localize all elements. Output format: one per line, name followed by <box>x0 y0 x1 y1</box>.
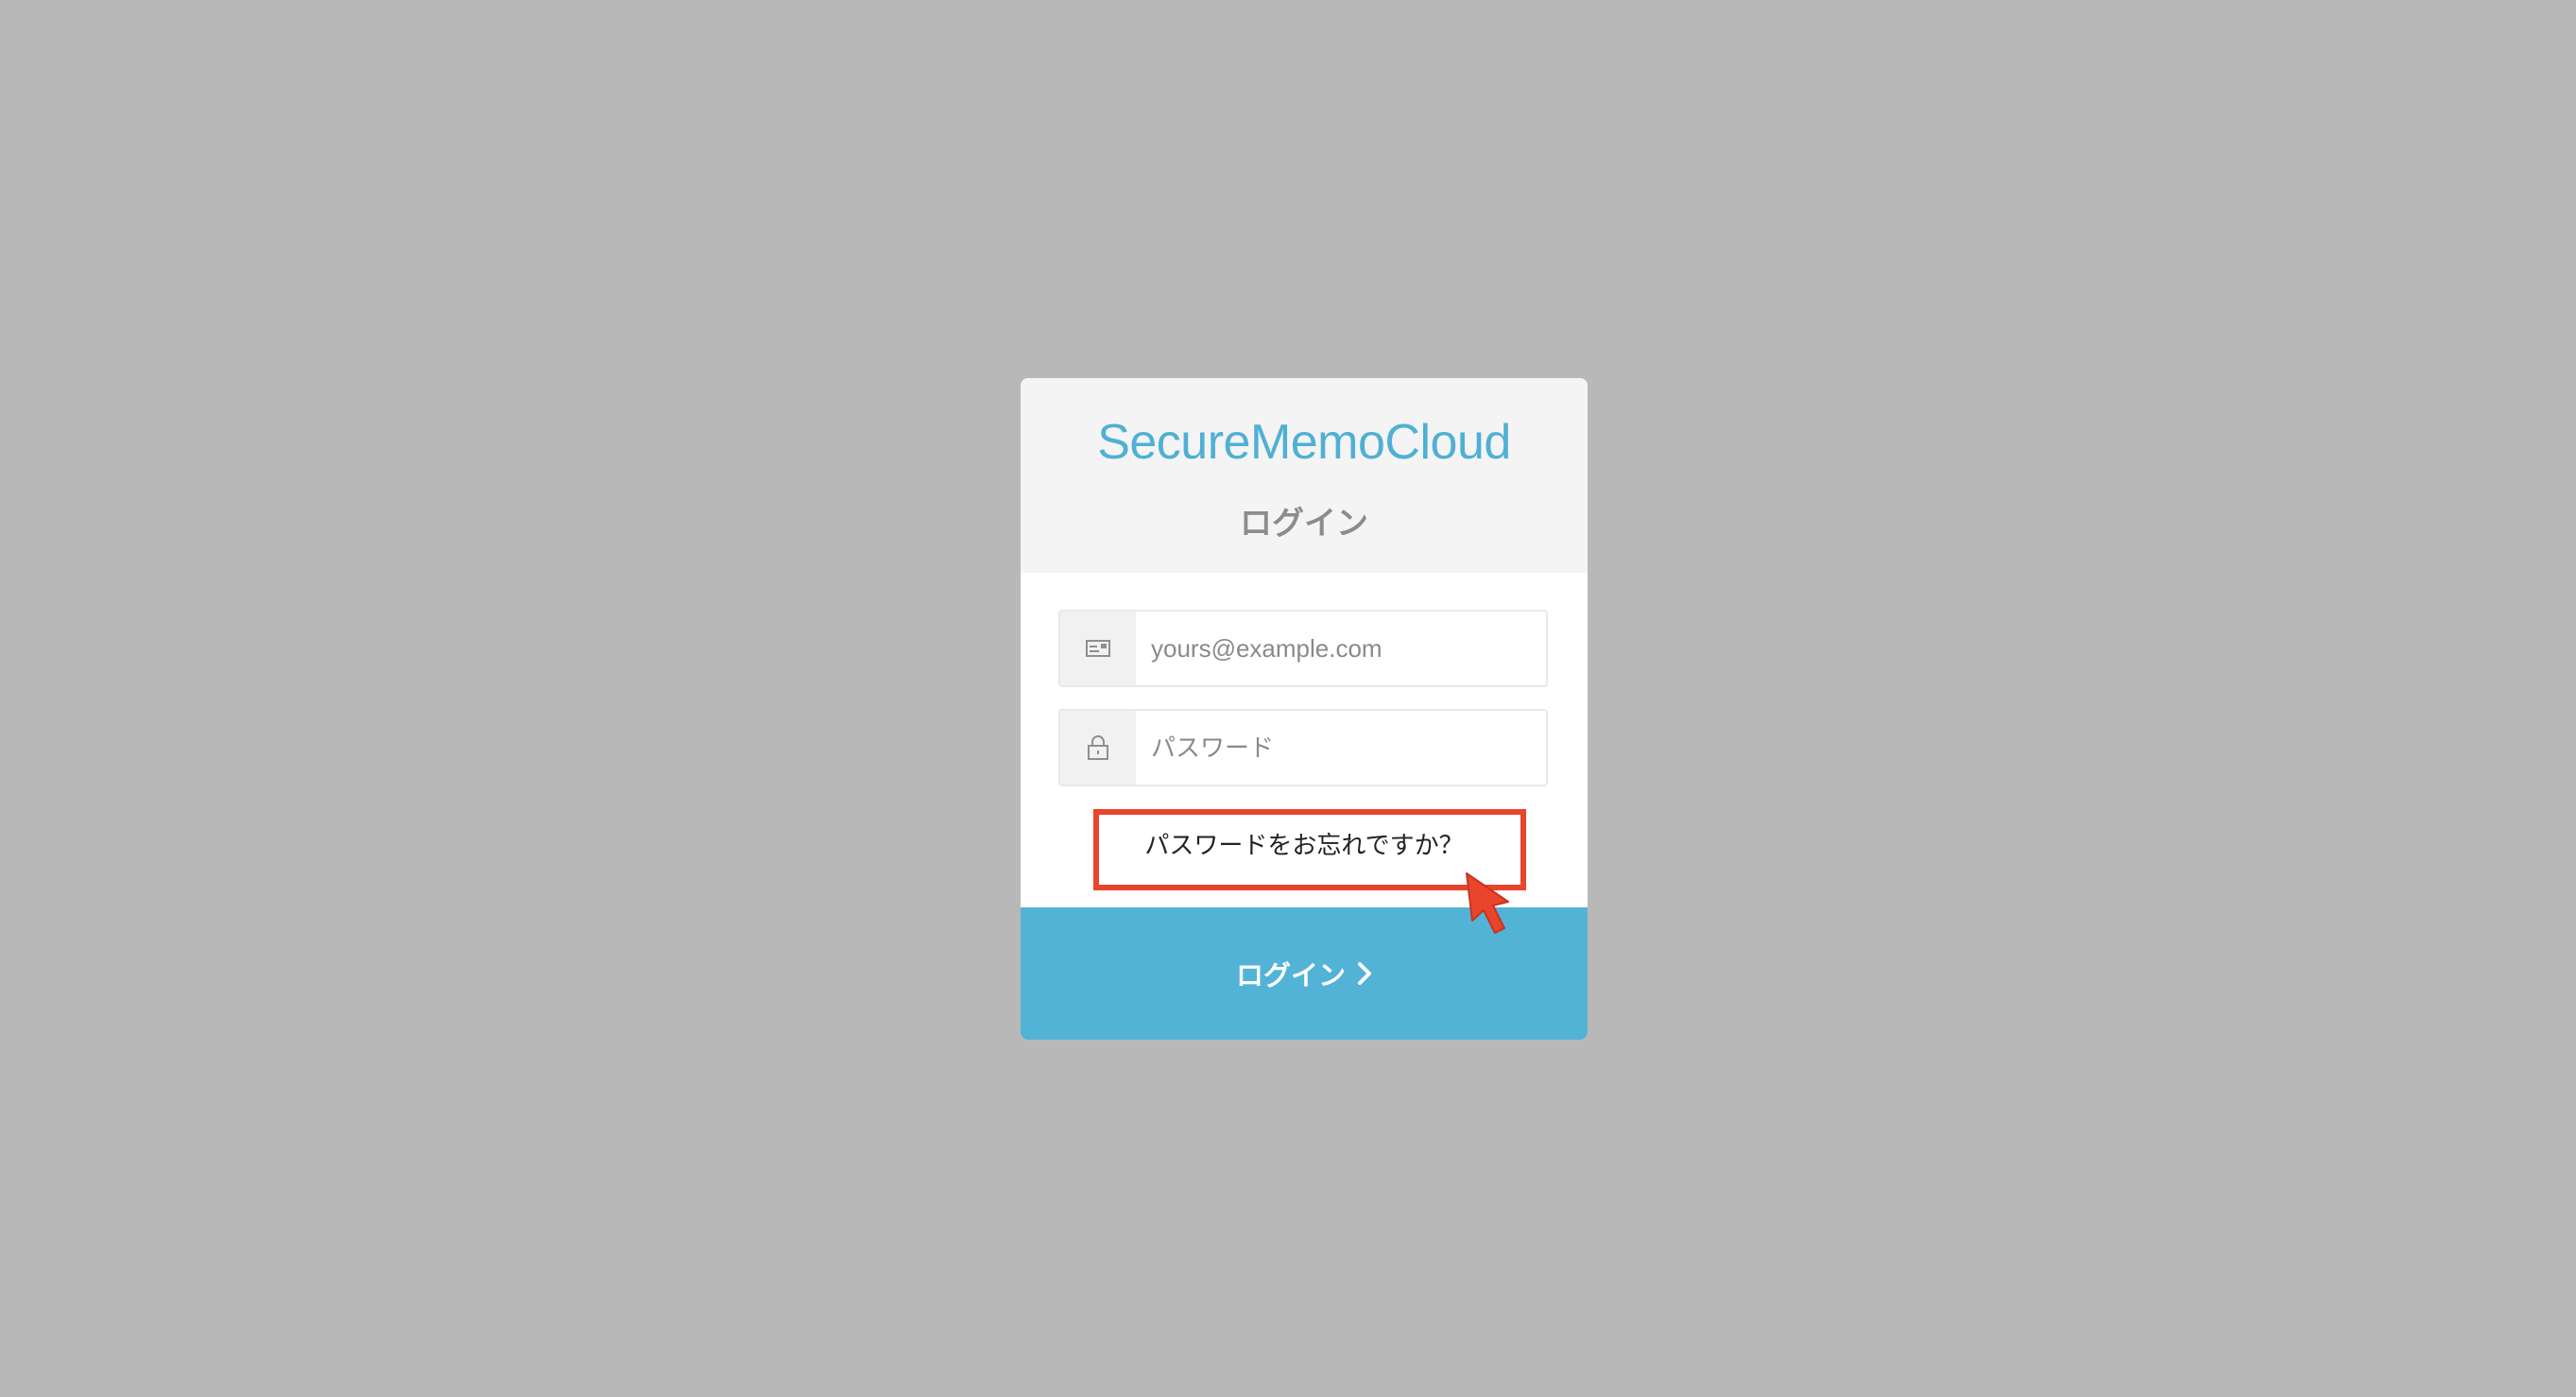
login-card: SecureMemoCloud ログイン yours@example.com パ… <box>1021 378 1588 1040</box>
login-button-label: ログイン <box>1235 959 1346 992</box>
forgot-password-link[interactable]: パスワードをお忘れですか？ <box>1021 826 1588 861</box>
lock-icon <box>1060 711 1136 785</box>
login-heading: ログイン <box>1240 505 1368 543</box>
chevron-right-icon <box>1357 961 1372 986</box>
password-input[interactable] <box>1151 711 1529 785</box>
email-icon <box>1060 612 1136 685</box>
password-field <box>1058 709 1548 786</box>
email-field <box>1058 610 1548 687</box>
page: SecureMemoCloud ログイン yours@example.com パ… <box>0 0 2576 1397</box>
login-button[interactable]: ログイン <box>1021 907 1588 1040</box>
app-title: SecureMemoCloud <box>1097 415 1511 470</box>
email-input[interactable] <box>1151 612 1529 685</box>
card-header: SecureMemoCloud ログイン <box>1021 378 1588 573</box>
